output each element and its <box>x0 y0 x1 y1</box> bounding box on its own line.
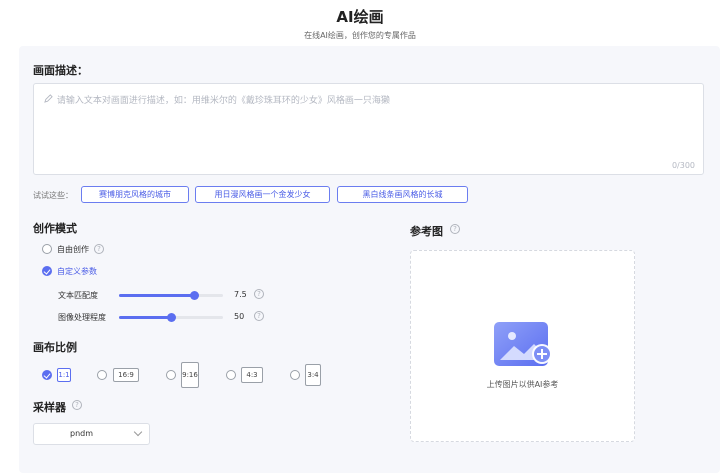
prompt-textarea[interactable]: 请输入文本对画面进行描述，如：用维米尔的《戴珍珠耳环的少女》风格画一只海獭 0/… <box>33 83 704 175</box>
ratio-4-3-radio[interactable] <box>226 370 236 380</box>
page-title: AI绘画 <box>336 8 384 26</box>
suggestion-chip-anime-girl[interactable]: 用日漫风格画一个金发少女 <box>195 186 330 203</box>
ratio-3-4-box[interactable]: 3:4 <box>305 364 321 386</box>
slider-fill <box>119 294 194 297</box>
prompt-placeholder-text: 请输入文本对画面进行描述，如：用维米尔的《戴珍珠耳环的少女》风格画一只海獭 <box>56 96 390 106</box>
mode-custom-radio[interactable] <box>42 266 52 276</box>
help-icon[interactable]: ? <box>450 224 460 234</box>
ratio-9-16-box[interactable]: 9:16 <box>181 362 199 388</box>
ratio-4-3-box[interactable]: 4:3 <box>241 367 263 383</box>
image-strength-value: 50 <box>234 312 245 321</box>
char-counter: 0/300 <box>671 161 695 170</box>
text-match-slider[interactable] <box>119 291 223 300</box>
ratio-3-4-radio[interactable] <box>290 370 300 380</box>
slider-thumb[interactable] <box>190 291 199 300</box>
image-upload-icon <box>492 320 556 374</box>
image-strength-label: 图像处理程度 <box>58 313 106 322</box>
mode-free-radio[interactable] <box>42 244 52 254</box>
ratio-16-9-box[interactable]: 16:9 <box>113 368 139 382</box>
text-match-value: 7.5 <box>234 290 247 299</box>
slider-thumb[interactable] <box>167 313 176 322</box>
text-match-label: 文本匹配度 <box>58 291 98 300</box>
reference-label: 参考图 <box>410 225 443 238</box>
sampler-label: 采样器 <box>33 401 66 414</box>
help-icon[interactable]: ? <box>254 289 264 299</box>
chevron-down-icon <box>133 427 143 437</box>
suggestion-chip-cyberpunk-city[interactable]: 赛博朋克风格的城市 <box>81 186 189 203</box>
page-header: AI绘画 在线AI绘画，创作您的专属作品 <box>0 0 720 44</box>
mode-custom-label[interactable]: 自定义参数 <box>57 266 97 277</box>
help-icon[interactable]: ? <box>254 311 264 321</box>
ratio-9-16-radio[interactable] <box>166 370 176 380</box>
mode-label: 创作模式 <box>33 222 77 235</box>
mode-free-label[interactable]: 自由创作 <box>57 244 89 255</box>
image-strength-slider[interactable] <box>119 313 223 322</box>
prompt-label: 画面描述： <box>33 64 88 77</box>
upload-hint: 上传图片以供AI参考 <box>486 380 559 389</box>
reference-upload-area[interactable]: 上传图片以供AI参考 <box>410 250 635 442</box>
help-icon[interactable]: ? <box>72 400 82 410</box>
suggestions-label: 试试这些： <box>33 191 73 200</box>
ratio-1-1-radio[interactable] <box>42 370 52 380</box>
slider-fill <box>119 316 171 319</box>
sampler-value: pndm <box>69 429 94 438</box>
sampler-select[interactable]: pndm <box>33 423 150 445</box>
ratio-label: 画布比例 <box>33 341 77 354</box>
help-icon[interactable]: ? <box>94 244 104 254</box>
ratio-1-1-box[interactable]: 1:1 <box>57 368 71 382</box>
prompt-placeholder: 请输入文本对画面进行描述，如：用维米尔的《戴珍珠耳环的少女》风格画一只海獭 <box>44 93 390 106</box>
pencil-icon <box>44 94 54 106</box>
suggestion-chip-great-wall[interactable]: 黑白线条画风格的长城 <box>337 186 468 203</box>
ratio-16-9-radio[interactable] <box>97 370 107 380</box>
page-subtitle: 在线AI绘画，创作您的专属作品 <box>304 31 416 40</box>
